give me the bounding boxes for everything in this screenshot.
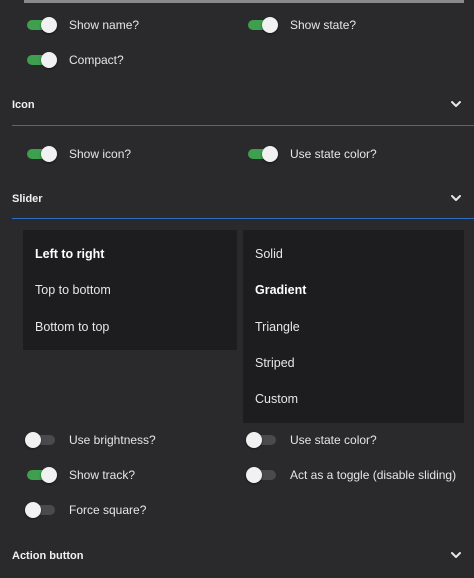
show-name-switch[interactable] xyxy=(27,13,57,37)
show-icon-switch[interactable] xyxy=(27,142,57,166)
show-track-row[interactable]: Show track? xyxy=(27,463,135,487)
compact-switch[interactable] xyxy=(27,48,57,72)
chevron-down-icon[interactable] xyxy=(449,97,463,111)
use-brightness-label: Use brightness? xyxy=(69,433,156,447)
show-icon-row[interactable]: Show icon? xyxy=(27,142,131,166)
icon-use-state-color-row[interactable]: Use state color? xyxy=(248,142,377,166)
show-icon-label: Show icon? xyxy=(69,147,132,161)
use-brightness-switch[interactable] xyxy=(25,428,55,452)
chevron-down-icon[interactable] xyxy=(449,548,463,562)
list-item[interactable]: Top to bottom xyxy=(35,283,111,297)
show-state-switch[interactable] xyxy=(248,13,278,37)
act-as-toggle-row[interactable]: Act as a toggle (disable sliding) xyxy=(246,463,457,487)
icon-section-title[interactable]: Icon xyxy=(12,99,35,111)
icon-section-divider xyxy=(12,125,474,126)
slider-use-state-color-label: Use state color? xyxy=(290,433,377,447)
compact-row[interactable]: Compact? xyxy=(27,48,124,72)
list-item[interactable]: Bottom to top xyxy=(35,320,109,334)
action-button-section-title[interactable]: Action button xyxy=(12,550,83,562)
list-item[interactable]: Striped xyxy=(255,356,295,370)
show-name-label: Show name? xyxy=(69,18,140,32)
show-state-row[interactable]: Show state? xyxy=(248,13,356,37)
slider-use-state-color-row[interactable]: Use state color? xyxy=(246,428,377,452)
compact-label: Compact? xyxy=(69,53,124,67)
icon-use-state-color-label: Use state color? xyxy=(290,147,377,161)
show-track-label: Show track? xyxy=(69,468,136,482)
list-item[interactable]: Triangle xyxy=(255,320,300,334)
list-item[interactable]: Gradient xyxy=(255,283,306,297)
slider-section-divider xyxy=(12,218,474,219)
chevron-down-icon[interactable] xyxy=(449,191,463,205)
slider-section-title[interactable]: Slider xyxy=(12,193,43,205)
show-state-label: Show state? xyxy=(290,18,357,32)
show-name-row[interactable]: Show name? xyxy=(27,13,139,37)
use-brightness-row[interactable]: Use brightness? xyxy=(25,428,156,452)
list-item[interactable]: Custom xyxy=(255,392,298,406)
list-item[interactable]: Left to right xyxy=(35,247,104,261)
list-item[interactable]: Solid xyxy=(255,247,283,261)
force-square-label: Force square? xyxy=(69,503,147,517)
slider-direction-list[interactable]: Left to right Top to bottom Bottom to top xyxy=(23,230,237,350)
icon-use-state-color-switch[interactable] xyxy=(248,142,278,166)
force-square-row[interactable]: Force square? xyxy=(25,498,147,522)
act-as-toggle-label: Act as a toggle (disable sliding) xyxy=(290,468,457,482)
show-track-switch[interactable] xyxy=(27,463,57,487)
slider-use-state-color-switch[interactable] xyxy=(246,428,276,452)
top-scroll-edge xyxy=(24,0,464,3)
act-as-toggle-switch[interactable] xyxy=(246,463,276,487)
slider-style-list[interactable]: Solid Gradient Triangle Striped Custom xyxy=(243,230,464,423)
force-square-switch[interactable] xyxy=(25,498,55,522)
